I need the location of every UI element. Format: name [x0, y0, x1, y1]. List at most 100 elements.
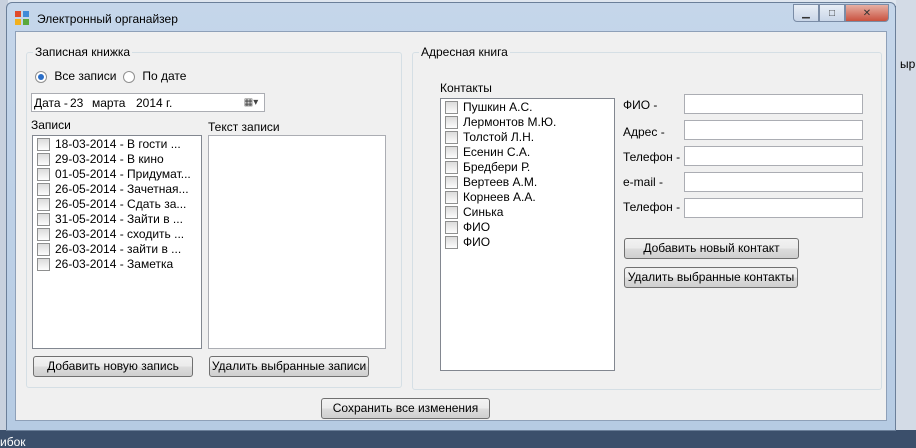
entry-item-text: 26-03-2014 - сходить ...	[55, 227, 185, 241]
notebook-group: Записная книжка Все записи По дате Дата …	[26, 45, 402, 388]
checkbox[interactable]	[445, 131, 458, 144]
radio-all-indicator	[35, 70, 47, 83]
contacts-label: Контакты	[440, 81, 492, 95]
checkbox[interactable]	[37, 243, 50, 256]
entry-item-text: 31-05-2014 - Зайти в ...	[55, 212, 183, 226]
phone2-field[interactable]	[684, 198, 863, 218]
delete-contacts-button[interactable]: Удалить выбранные контакты	[624, 267, 798, 288]
entries-list[interactable]: 18-03-2014 - В гости ... 29-03-2014 - В к…	[32, 135, 202, 349]
date-year[interactable]: 2014 г.	[136, 96, 172, 110]
email-field[interactable]	[684, 172, 863, 192]
checkbox[interactable]	[37, 213, 50, 226]
checkbox[interactable]	[37, 228, 50, 241]
organizer-window: Электронный органайзер ▁ □ ✕ Записная кн…	[6, 2, 896, 431]
entry-item-text: 29-03-2014 - В кино	[55, 152, 164, 166]
contact-item[interactable]: Лермонтов М.Ю.	[441, 115, 614, 130]
contact-item-text: Вертеев А.М.	[463, 175, 538, 189]
contact-item[interactable]: Корнеев А.А.	[441, 190, 614, 205]
contact-item[interactable]: ФИО	[441, 220, 614, 235]
checkbox[interactable]	[445, 116, 458, 129]
minimize-icon[interactable]: ▁	[793, 4, 819, 22]
checkbox[interactable]	[445, 221, 458, 234]
app-icon	[15, 11, 29, 25]
address-book-group: Адресная книга Контакты Пушкин А.С. Лермо…	[412, 45, 882, 390]
contact-item[interactable]: Синька	[441, 205, 614, 220]
add-entry-button[interactable]: Добавить новую запись	[33, 356, 193, 377]
contacts-list[interactable]: Пушкин А.С. Лермонтов М.Ю. Толстой Л.Н. Есе…	[440, 98, 615, 371]
checkbox[interactable]	[37, 258, 50, 271]
fio-label: ФИО -	[623, 98, 658, 112]
checkbox[interactable]	[445, 236, 458, 249]
entry-item[interactable]: 18-03-2014 - В гости ...	[33, 137, 201, 152]
checkbox[interactable]	[445, 176, 458, 189]
entry-item-text: 26-03-2014 - Заметка	[55, 257, 174, 271]
contact-item[interactable]: Вертеев А.М.	[441, 175, 614, 190]
entry-item[interactable]: 26-05-2014 - Зачетная...	[33, 182, 201, 197]
checkbox[interactable]	[37, 183, 50, 196]
contact-item-text: ФИО	[463, 235, 491, 249]
entry-item-text: 26-03-2014 - зайти в ...	[55, 242, 182, 256]
entry-item[interactable]: 31-05-2014 - Зайти в ...	[33, 212, 201, 227]
entry-text-area[interactable]	[208, 135, 386, 349]
notebook-group-label: Записная книжка	[33, 45, 133, 59]
contact-item[interactable]: Толстой Л.Н.	[441, 130, 614, 145]
entry-item[interactable]: 26-03-2014 - зайти в ...	[33, 242, 201, 257]
filter-all-label: Все записи	[54, 69, 117, 83]
client-area: Записная книжка Все записи По дате Дата …	[15, 31, 887, 421]
entry-item-text: 26-05-2014 - Сдать за...	[55, 197, 187, 211]
entry-item[interactable]: 29-03-2014 - В кино	[33, 152, 201, 167]
fio-field[interactable]	[684, 94, 863, 114]
delete-entries-button[interactable]: Удалить выбранные записи	[209, 356, 369, 377]
close-icon[interactable]: ✕	[845, 4, 889, 22]
window-title: Электронный органайзер	[37, 12, 178, 26]
entry-item[interactable]: 01-05-2014 - Придумат...	[33, 167, 201, 182]
add-contact-button[interactable]: Добавить новый контакт	[624, 238, 799, 259]
maximize-icon[interactable]: □	[819, 4, 845, 22]
save-all-button[interactable]: Сохранить все изменения	[321, 398, 490, 419]
phone2-label: Телефон -	[623, 200, 681, 214]
contact-item[interactable]: Есенин С.А.	[441, 145, 614, 160]
address-field[interactable]	[684, 120, 863, 140]
entry-text-label: Текст записи	[208, 120, 280, 134]
phone-label: Телефон -	[623, 150, 681, 164]
entry-item[interactable]: 26-03-2014 - сходить ...	[33, 227, 201, 242]
contact-item-text: Лермонтов М.Ю.	[463, 115, 557, 129]
contact-item-text: Корнеев А.А.	[463, 190, 536, 204]
address-book-group-label: Адресная книга	[419, 45, 510, 59]
radio-by-date-indicator	[123, 70, 135, 83]
calendar-dropdown-icon[interactable]: ▦▾	[240, 96, 262, 109]
filter-all-radio[interactable]: Все записи	[35, 69, 116, 83]
entry-item[interactable]: 26-05-2014 - Сдать за...	[33, 197, 201, 212]
filter-by-date-radio[interactable]: По дате	[123, 69, 186, 83]
checkbox[interactable]	[37, 153, 50, 166]
checkbox[interactable]	[445, 206, 458, 219]
phone-field[interactable]	[684, 146, 863, 166]
date-month[interactable]: марта	[92, 96, 125, 110]
background-right-text: ыр	[900, 57, 916, 71]
date-day[interactable]: 23	[70, 96, 83, 110]
checkbox[interactable]	[445, 101, 458, 114]
date-label: Дата -	[34, 96, 68, 110]
checkbox[interactable]	[37, 138, 50, 151]
background-bottom-strip	[0, 430, 916, 448]
entry-item-text: 18-03-2014 - В гости ...	[55, 137, 181, 151]
checkbox[interactable]	[37, 168, 50, 181]
entry-item[interactable]: 26-03-2014 - Заметка	[33, 257, 201, 272]
contact-item[interactable]: Бредбери Р.	[441, 160, 614, 175]
date-picker[interactable]: Дата - 23 марта 2014 г. ▦▾	[31, 93, 265, 112]
checkbox[interactable]	[445, 161, 458, 174]
contact-item-text: Бредбери Р.	[463, 160, 531, 174]
title-bar[interactable]: Электронный органайзер ▁ □ ✕	[7, 3, 895, 31]
email-label: e-mail -	[623, 175, 664, 189]
entries-label: Записи	[31, 118, 71, 132]
contact-item[interactable]: Пушкин А.С.	[441, 100, 614, 115]
contact-item[interactable]: ФИО	[441, 235, 614, 250]
checkbox[interactable]	[445, 191, 458, 204]
entry-item-text: 01-05-2014 - Придумат...	[55, 167, 191, 181]
contact-item-text: Пушкин А.С.	[463, 100, 533, 114]
checkbox[interactable]	[445, 146, 458, 159]
window-controls: ▁ □ ✕	[793, 4, 889, 22]
checkbox[interactable]	[37, 198, 50, 211]
filter-by-date-label: По дате	[142, 69, 187, 83]
contact-item-text: Синька	[463, 205, 504, 219]
